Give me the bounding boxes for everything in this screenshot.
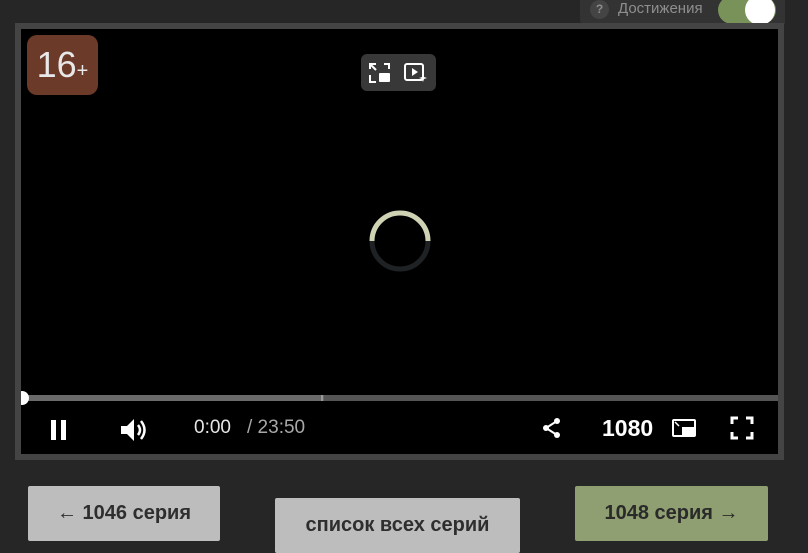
quality-button[interactable]: 1080 — [602, 415, 653, 442]
progress-thumb[interactable] — [21, 391, 29, 405]
help-icon[interactable]: ? — [590, 0, 609, 19]
next-episode-button[interactable]: 1048 серия → — [575, 486, 768, 541]
toggle-knob — [745, 0, 775, 25]
share-button[interactable] — [542, 417, 562, 439]
pause-button[interactable] — [49, 419, 69, 441]
fullscreen-icon — [730, 416, 754, 440]
fullscreen-button[interactable] — [730, 416, 754, 440]
overlay-controls — [361, 54, 436, 91]
total-time: / 23:50 — [247, 417, 306, 438]
achievements-toggle[interactable] — [718, 0, 776, 25]
progress-buffered — [21, 395, 324, 401]
video-player[interactable]: 16+ 0:00 / 23:50 1080 — [21, 29, 778, 454]
age-rating-badge: 16+ — [27, 35, 98, 95]
age-rating-number: 16 — [36, 44, 77, 85]
pip-exit-icon[interactable] — [367, 60, 393, 86]
share-icon — [543, 418, 560, 438]
loading-spinner-icon — [369, 210, 431, 272]
age-rating-plus: + — [76, 60, 89, 82]
miniplayer-icon — [672, 419, 696, 437]
volume-button[interactable] — [119, 415, 149, 445]
episode-list-button[interactable]: список всех серий — [275, 498, 520, 553]
player-frame: 16+ 0:00 / 23:50 1080 — [15, 23, 784, 460]
pause-icon — [51, 420, 66, 440]
achievements-label: Достижения — [618, 0, 703, 17]
current-time: 0:00 — [194, 417, 231, 438]
progress-bar[interactable] — [21, 391, 778, 405]
volume-icon — [121, 419, 146, 441]
progress-marker — [321, 395, 323, 401]
achievements-bar: ? Достижения — [580, 0, 785, 25]
prev-episode-button[interactable]: ← 1046 серия — [28, 486, 220, 541]
miniplayer-button[interactable] — [671, 417, 697, 439]
autoplay-icon[interactable] — [403, 60, 429, 86]
